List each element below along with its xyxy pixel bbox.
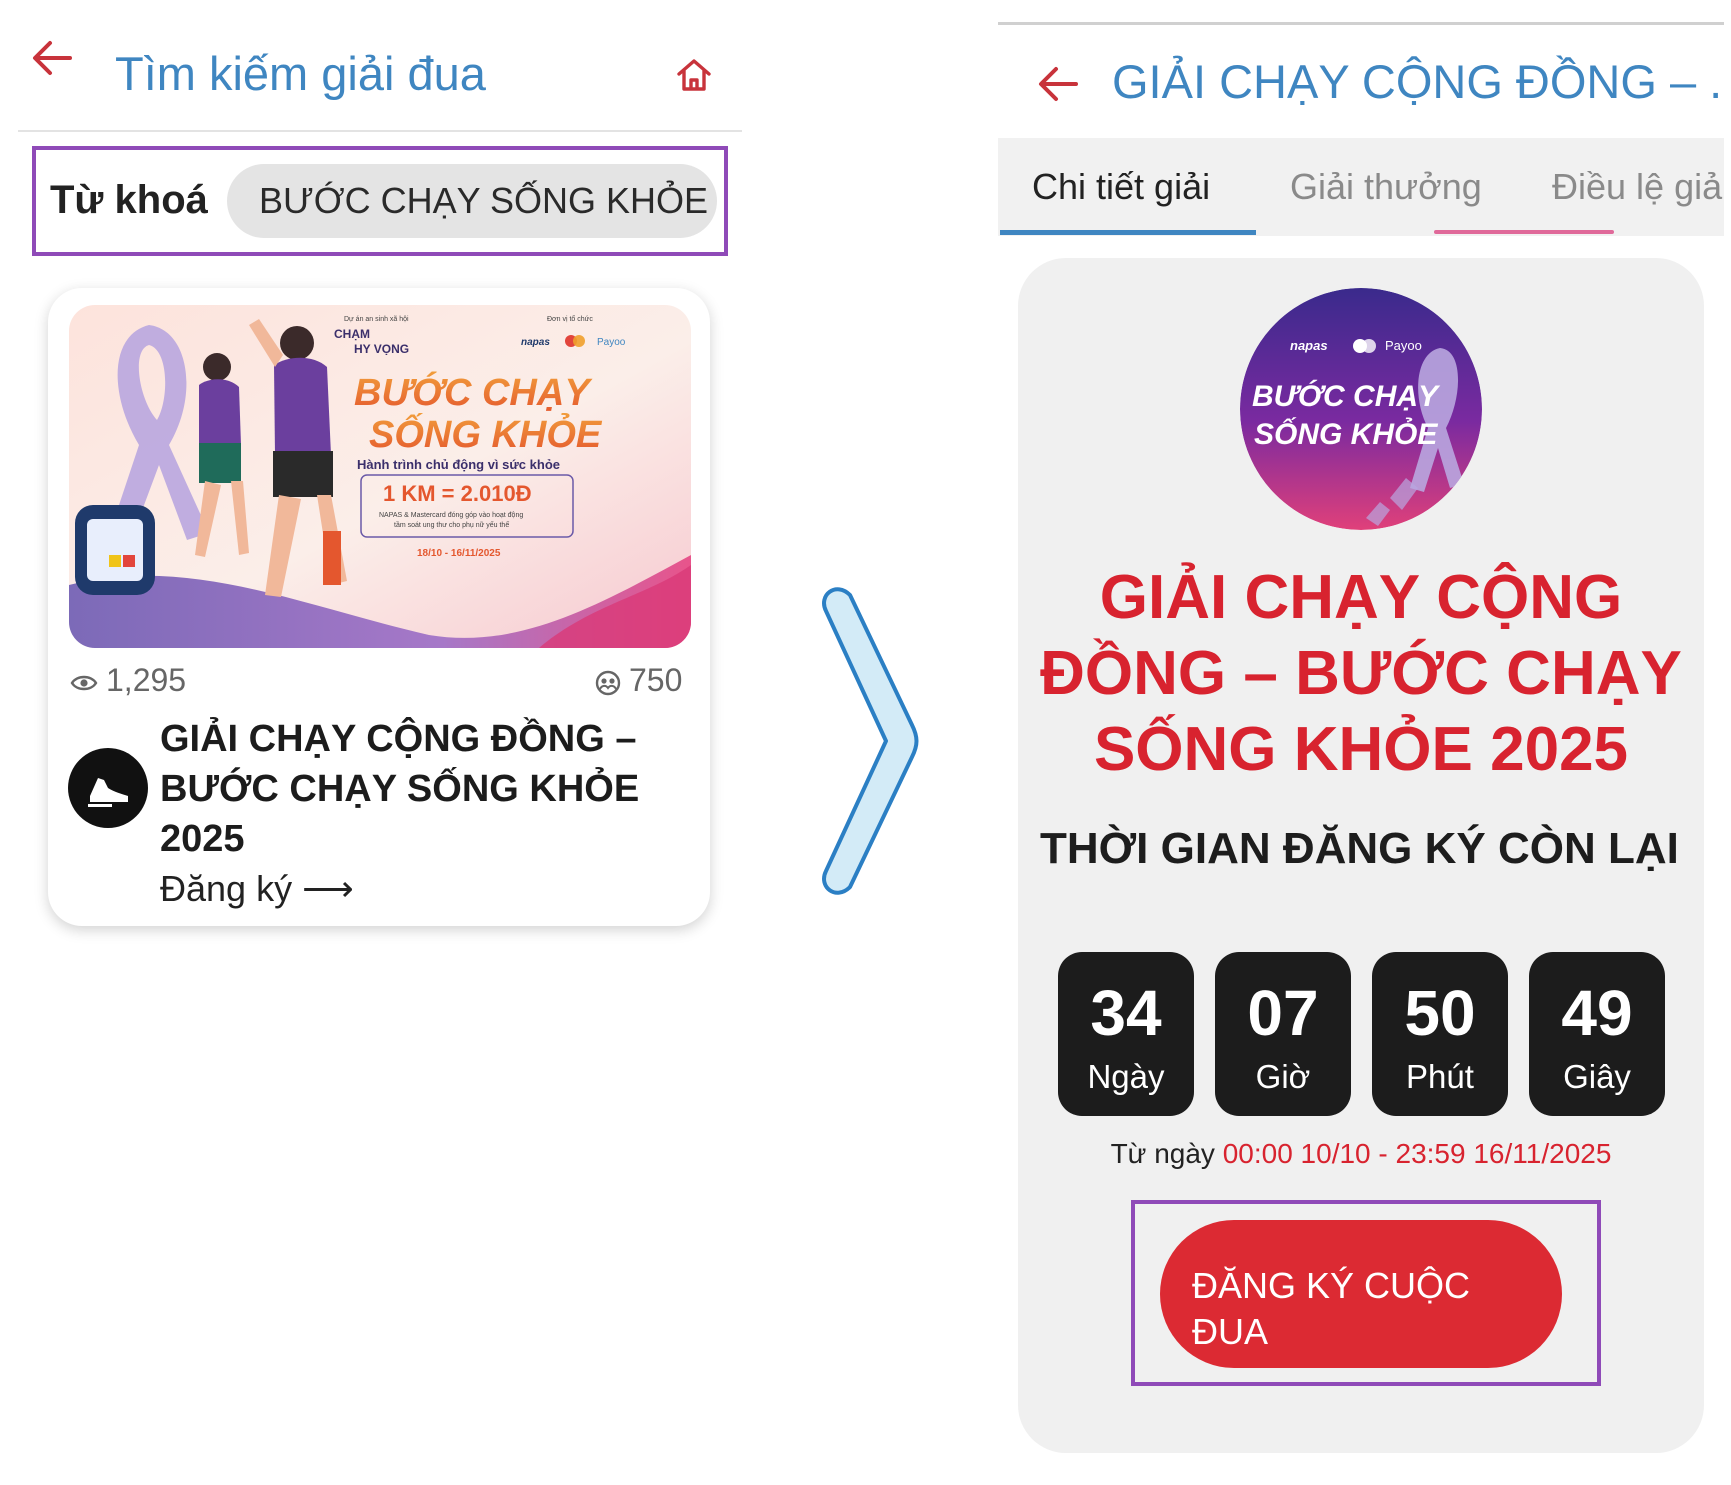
countdown-minutes-unit: Phút	[1406, 1058, 1474, 1095]
countdown-hours-unit: Giờ	[1255, 1058, 1311, 1095]
register-link[interactable]: Đăng ký ⟶	[160, 868, 354, 910]
banner-headline-line1: BƯỚC CHẠY	[354, 370, 593, 414]
arrow-left-icon[interactable]	[1036, 64, 1080, 104]
countdown-hours: 07 Giờ	[1215, 952, 1351, 1116]
register-race-button[interactable]: ĐĂNG KÝ CUỘC ĐUA	[1160, 1220, 1562, 1368]
home-icon[interactable]	[674, 55, 714, 95]
eye-icon	[70, 675, 98, 690]
sponsor-payoo: Payoo	[597, 337, 626, 348]
race-banner-image[interactable]: Dự án an sinh xã hội CHẠM HY VỌNG Đơn vị…	[69, 305, 691, 648]
race-title-heading: GIẢI CHẠY CỘNG ĐỒNG – BƯỚC CHẠY SỐNG KHỎ…	[1040, 563, 1682, 784]
countdown-seconds-value: 49	[1561, 977, 1633, 1049]
banner-pledge-note-1: NAPAS & Mastercard đóng góp vào hoạt độn…	[379, 512, 523, 519]
countdown-days-unit: Ngày	[1087, 1058, 1165, 1095]
participant-count: 750	[595, 662, 682, 699]
running-shoe-icon	[68, 748, 148, 828]
tab-race-details[interactable]: Chi tiết giải	[1032, 166, 1210, 208]
logo-line2: SỐNG KHỎE	[1254, 416, 1438, 451]
banner-headline-line2: SỐNG KHỎE	[369, 411, 603, 456]
chevron-right-icon	[822, 587, 919, 895]
countdown-days: 34 Ngày	[1058, 952, 1194, 1116]
countdown-seconds-unit: Giây	[1563, 1058, 1631, 1095]
sponsor-napas: napas	[521, 337, 550, 348]
mastercard-logo	[1353, 339, 1376, 353]
tab-prizes[interactable]: Giải thưởng	[1290, 166, 1482, 208]
logo-line1: BƯỚC CHẠY	[1252, 379, 1441, 413]
project-name-line1: CHẠM	[334, 327, 370, 341]
tab-rules[interactable]: Điều lệ giả	[1552, 166, 1722, 208]
countdown-days-value: 34	[1090, 977, 1162, 1049]
keyword-search-input[interactable]: BƯỚC CHẠY SỐNG KHỎE	[227, 164, 717, 238]
logo-sponsor-napas: napas	[1290, 338, 1328, 353]
project-caption: Dự án an sinh xã hội	[344, 316, 409, 323]
countdown-hours-value: 07	[1247, 977, 1319, 1049]
banner-dates: 18/10 - 16/11/2025	[417, 548, 501, 559]
countdown-label: THỜI GIAN ĐĂNG KÝ CÒN LẠI	[1040, 824, 1679, 873]
tab-scroll-indicator	[1434, 230, 1614, 234]
logo-sponsor-payoo: Payoo	[1385, 338, 1422, 353]
tab-bar: Chi tiết giải Giải thưởng Điều lệ giả	[998, 138, 1724, 236]
banner-subtitle: Hành trình chủ động vì sức khỏe	[357, 457, 560, 472]
banner-pledge-note-2: tầm soát ung thư cho phụ nữ yếu thế	[394, 520, 509, 529]
users-icon	[595, 670, 621, 695]
top-divider	[998, 22, 1724, 25]
countdown-minutes: 50 Phút	[1372, 952, 1508, 1116]
countdown-minutes-value: 50	[1404, 977, 1476, 1049]
mastercard-logo	[565, 335, 585, 347]
arrow-left-icon[interactable]	[30, 38, 74, 78]
active-tab-indicator	[1000, 230, 1256, 235]
banner-pledge: 1 KM = 2.010Đ	[383, 481, 532, 506]
project-name-line2: HY VỌNG	[354, 342, 409, 356]
date-range-value: 00:00 10/10 - 23:59 16/11/2025	[1222, 1138, 1612, 1169]
keyword-label: Từ khoá	[50, 178, 208, 222]
race-title[interactable]: GIẢI CHẠY CỘNG ĐỒNG – BƯỚC CHẠY SỐNG KHỎ…	[160, 714, 690, 864]
organizer-caption: Đơn vị tổ chức	[547, 315, 593, 323]
countdown-seconds: 49 Giây	[1529, 952, 1665, 1116]
registration-date-range: Từ ngày 00:00 10/10 - 23:59 16/11/2025	[1030, 1138, 1692, 1170]
view-count-value: 1,295	[106, 662, 187, 698]
page-title: Tìm kiếm giải đua	[115, 47, 486, 100]
page-title: GIẢI CHẠY CỘNG ĐỒNG – ...	[1112, 55, 1724, 108]
date-range-label: Từ ngày	[1110, 1138, 1215, 1169]
participant-count-value: 750	[629, 662, 683, 698]
race-logo: napas Payoo BƯỚC CHẠY SỐNG KHỎE	[1240, 288, 1482, 530]
view-count: 1,295	[70, 662, 186, 699]
